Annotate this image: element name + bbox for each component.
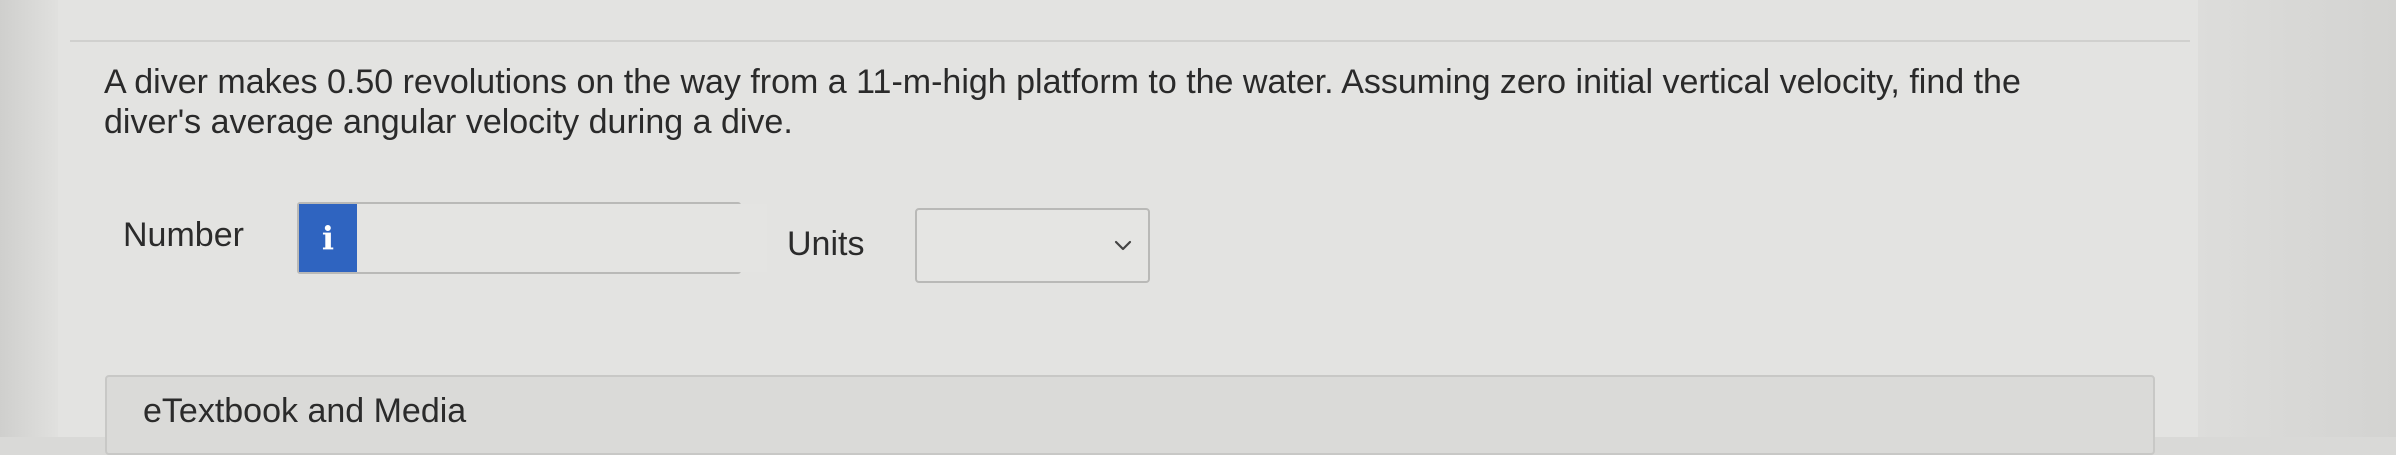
info-icon[interactable]: i bbox=[299, 204, 357, 272]
number-label: Number bbox=[123, 216, 244, 254]
page-background: A diver makes 0.50 revolutions on the wa… bbox=[0, 0, 2396, 455]
number-input[interactable] bbox=[357, 204, 767, 272]
etextbook-media-label: eTextbook and Media bbox=[143, 392, 467, 430]
units-label: Units bbox=[787, 225, 865, 263]
divider bbox=[70, 40, 2190, 42]
question-text: A diver makes 0.50 revolutions on the wa… bbox=[104, 63, 2021, 141]
chevron-down-icon bbox=[1114, 240, 1132, 251]
info-glyph: i bbox=[321, 219, 335, 257]
number-input-group: i bbox=[297, 202, 767, 274]
etextbook-media-panel[interactable]: eTextbook and Media bbox=[105, 375, 2155, 455]
units-select[interactable] bbox=[915, 208, 1150, 283]
